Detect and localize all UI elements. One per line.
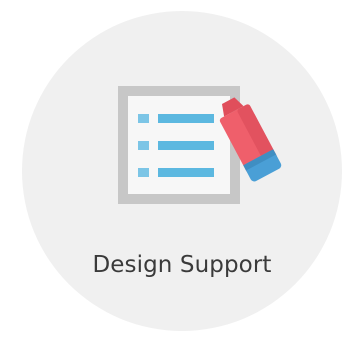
checklist-with-marker-icon [118, 86, 282, 210]
card-title: Design Support [92, 252, 272, 278]
